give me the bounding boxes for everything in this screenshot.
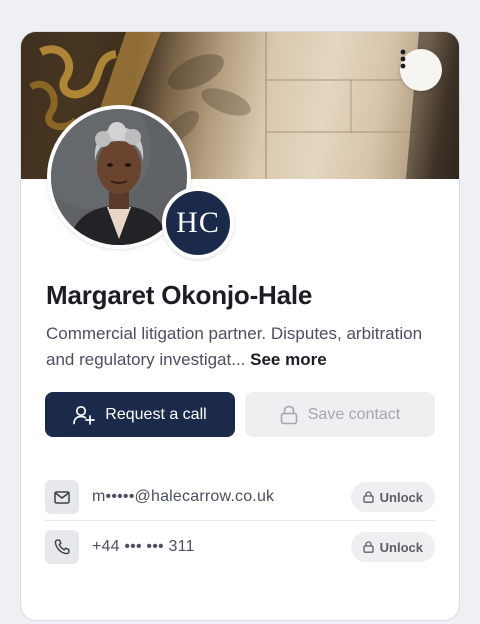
phone-value: +44 ••• ••• 311 [92, 538, 195, 555]
lock-icon [363, 541, 374, 553]
bio-text: Commercial litigation partner. Disputes,… [46, 324, 423, 369]
contact-row-email: m•••••@halecarrow.co.uk Unlock [45, 478, 435, 516]
add-user-icon [73, 405, 96, 425]
unlock-phone-label: Unlock [379, 539, 423, 555]
more-options-button[interactable] [400, 49, 442, 91]
lock-icon [280, 405, 298, 424]
email-value: m•••••@halecarrow.co.uk [92, 488, 275, 505]
firm-initials: HC [176, 206, 220, 239]
request-call-label: Request a call [105, 405, 207, 423]
kebab-menu-icon [400, 49, 406, 69]
see-more-link[interactable]: See more [250, 350, 327, 369]
mail-icon [45, 480, 79, 514]
unlock-phone-button[interactable]: Unlock [350, 532, 435, 562]
profile-name: Margaret Okonjo-Hale [46, 280, 313, 310]
save-contact-label: Save contact [307, 405, 401, 423]
firm-logo-badge: HC [162, 187, 234, 259]
contact-row-phone: +44 ••• ••• 311 Unlock [45, 528, 435, 566]
contact-divider [45, 520, 435, 521]
save-contact-button[interactable]: Save contact [245, 392, 435, 437]
profile-card: HC Margaret Okonjo-Hale Commercial litig… [20, 31, 460, 621]
request-call-button[interactable]: Request a call [45, 392, 235, 437]
unlock-email-button[interactable]: Unlock [350, 482, 435, 512]
profile-bio: Commercial litigation partner. Disputes,… [46, 321, 446, 373]
lock-icon [363, 491, 374, 503]
unlock-email-label: Unlock [379, 489, 423, 505]
phone-icon [45, 530, 79, 564]
